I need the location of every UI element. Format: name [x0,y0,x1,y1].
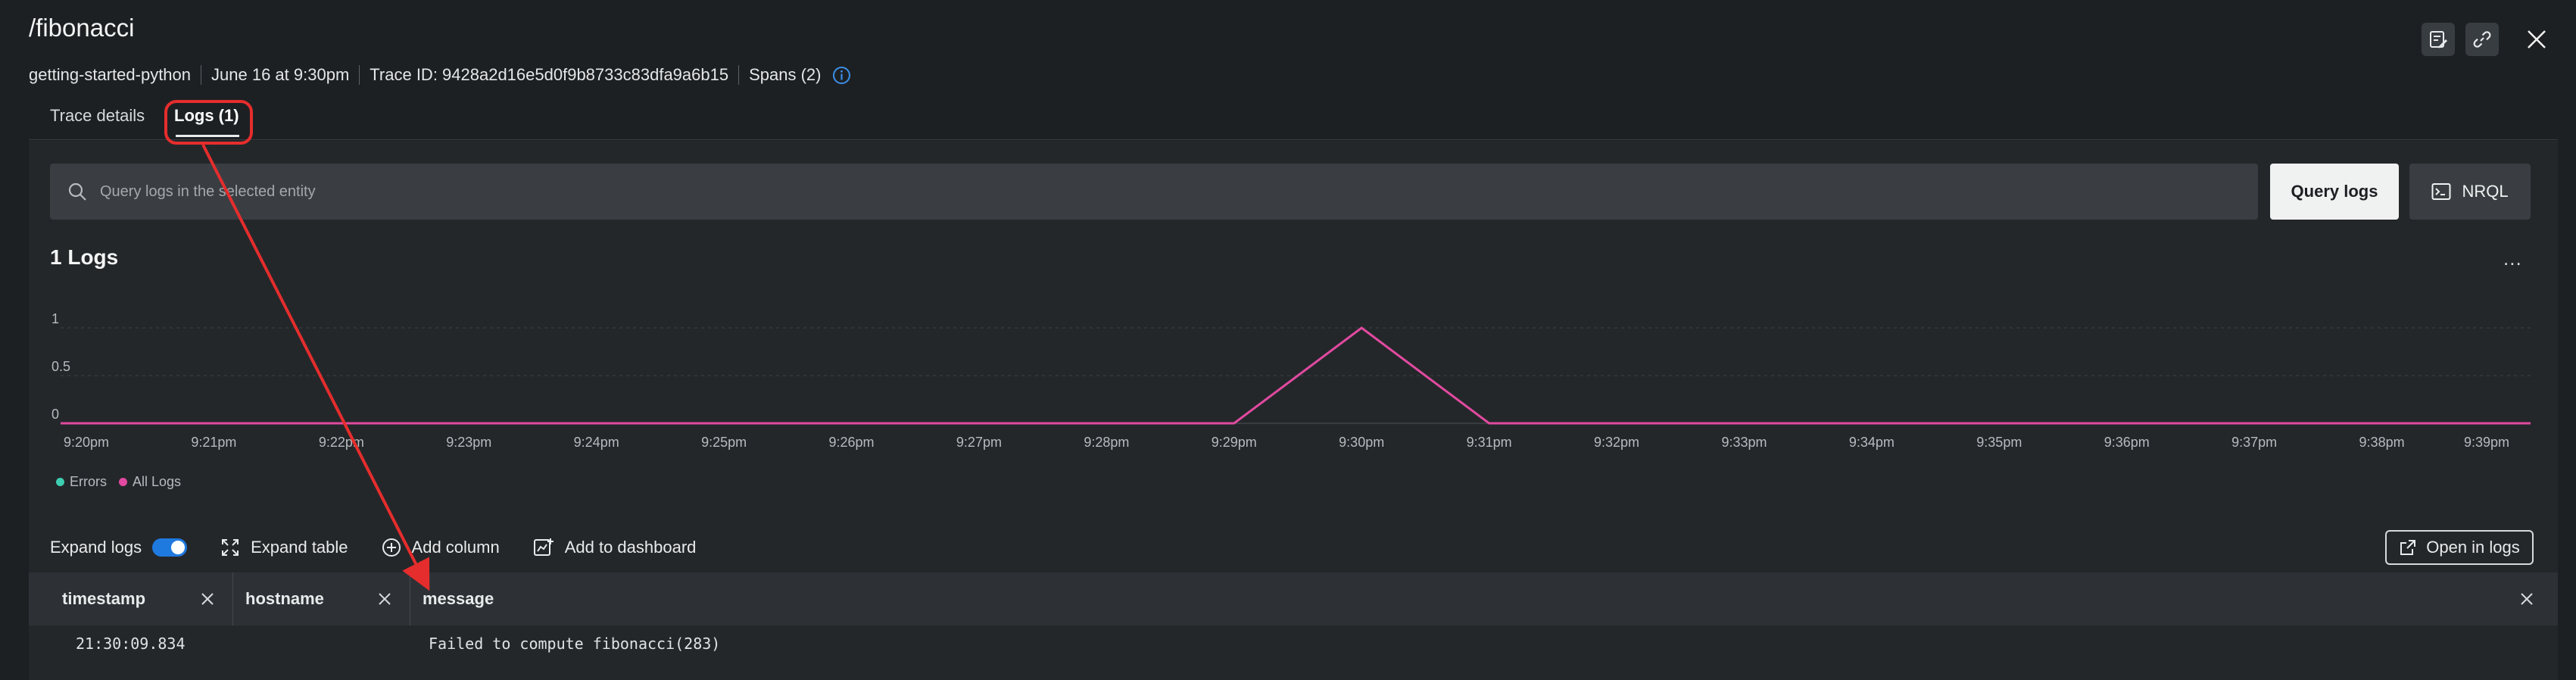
x-tick-label: 9:26pm [829,435,875,450]
column-header-hostname[interactable]: hostname [233,572,410,625]
x-tick-label: 9:25pm [701,435,747,450]
expand-logs-toggle[interactable] [152,538,188,557]
x-tick-label: 9:31pm [1467,435,1512,450]
y-tick-label: 1 [51,311,59,326]
legend-dot [119,478,127,486]
x-tick-label: 9:22pm [319,435,364,450]
x-tick-label: 9:39pm [2464,435,2509,450]
remove-column-icon[interactable] [199,591,216,607]
logs-toolbar: Expand logs Expand table Add column Add … [50,530,2534,565]
x-tick-label: 9:32pm [1594,435,1639,450]
column-label: message [423,589,494,608]
external-link-icon [2400,540,2416,555]
x-tick-label: 9:20pm [64,435,109,450]
chart-legend: Errors All Logs [56,474,181,490]
open-in-logs-button[interactable]: Open in logs [2385,530,2534,565]
plus-circle-icon [382,538,401,557]
add-column-label: Add column [411,538,500,557]
column-header-message[interactable]: message [410,572,494,625]
x-tick-label: 9:29pm [1212,435,1257,450]
table-row[interactable]: 21:30:09.834 Failed to compute fibonacci… [29,625,2558,662]
legend-item-all-logs[interactable]: All Logs [119,474,181,490]
expand-logs-label: Expand logs [50,538,142,557]
x-tick-label: 9:36pm [2104,435,2150,450]
expand-icon [222,539,239,556]
column-label: hostname [245,589,324,608]
remove-column-icon[interactable] [376,591,393,607]
x-tick-label: 9:33pm [1721,435,1767,450]
x-tick-label: 9:28pm [1084,435,1129,450]
logs-chart: 1 0.5 0 9:20pm 9:21pm 9:22pm 9:23pm 9:24pm 9:25p… [51,311,2531,450]
x-tick-label: 9:23pm [446,435,491,450]
dashboard-add-icon [533,538,554,556]
legend-label: All Logs [133,474,182,489]
add-column-button[interactable]: Add column [382,538,500,557]
cell-message: Failed to compute fibonacci(283) [429,635,721,653]
annotation-highlight-circle [164,100,253,145]
expand-table-label: Expand table [251,538,348,557]
close-icon[interactable] [2518,591,2535,607]
legend-dot [56,478,64,486]
add-to-dashboard-button[interactable]: Add to dashboard [533,537,697,558]
column-label: timestamp [62,589,146,608]
expand-logs-control: Expand logs [50,538,188,557]
open-in-logs-label: Open in logs [2426,538,2520,557]
legend-label: Errors [70,474,107,489]
expand-table-button[interactable]: Expand table [220,538,348,557]
x-tick-label: 9:34pm [1849,435,1895,450]
y-tick-label: 0.5 [51,359,70,374]
add-to-dashboard-label: Add to dashboard [564,538,697,557]
logs-table-header: timestamp hostname message [29,572,2558,625]
legend-item-errors[interactable]: Errors [56,474,107,490]
x-tick-label: 9:21pm [191,435,236,450]
x-tick-label: 9:35pm [1976,435,2022,450]
x-tick-label: 9:24pm [574,435,619,450]
y-tick-label: 0 [51,407,59,422]
cell-timestamp: 21:30:09.834 [76,635,186,653]
x-tick-label: 9:37pm [2231,435,2277,450]
x-tick-label: 9:27pm [956,435,1002,450]
x-tick-label: 9:38pm [2359,435,2405,450]
column-header-timestamp[interactable]: timestamp [29,572,233,625]
x-tick-label: 9:30pm [1339,435,1384,450]
